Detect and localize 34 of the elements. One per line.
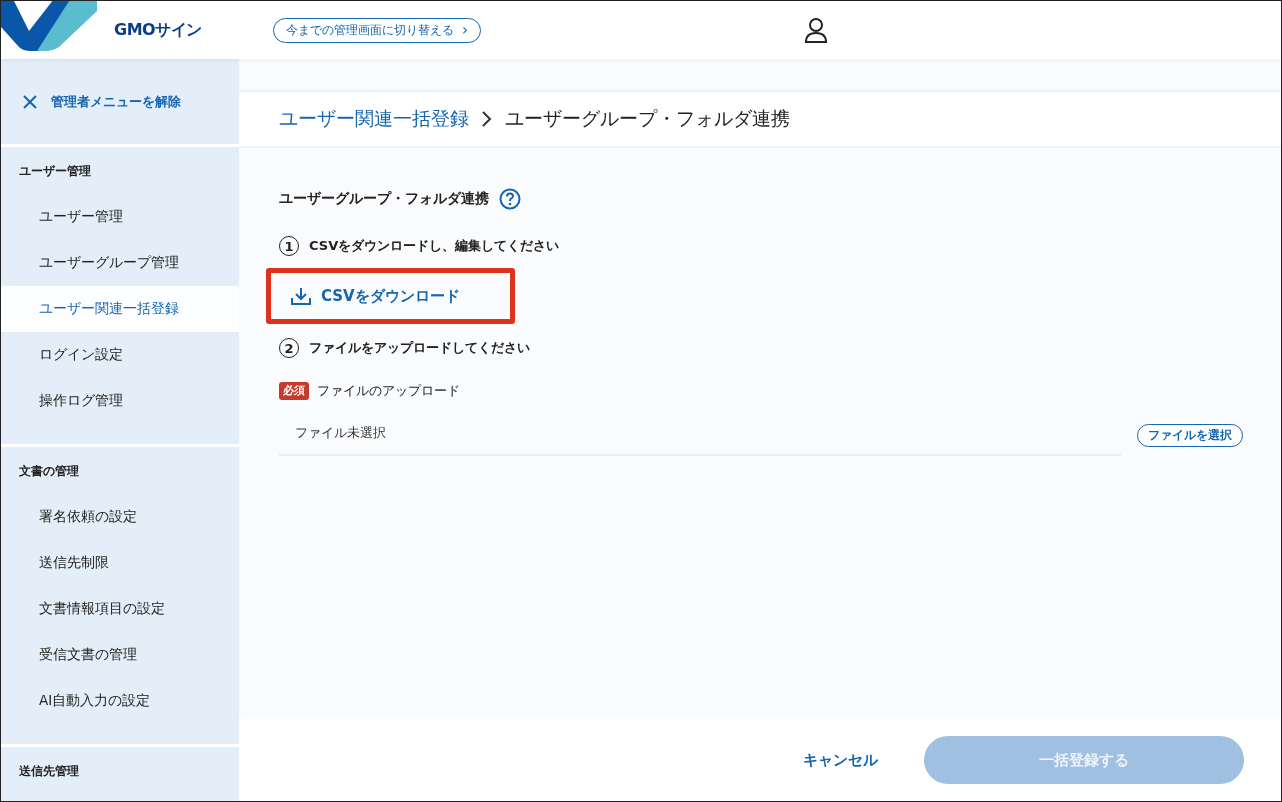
step-instruction: ファイルをアップロードしてください [309,339,530,357]
sidebar-item[interactable]: 操作ログ管理 [1,378,239,424]
sidebar-item[interactable]: ログイン設定 [1,332,239,378]
sidebar-item[interactable]: AI自動入力の設定 [1,678,239,724]
sidebar-item[interactable]: ユーザー管理 [1,194,239,240]
switch-view-button[interactable]: 今までの管理画面に切り替える › [273,17,481,43]
breadcrumb-link[interactable]: ユーザー関連一括登録 [279,106,469,132]
cancel-button[interactable]: キャンセル [797,749,884,771]
section-title: ユーザーグループ・フォルダ連携 [279,190,489,208]
chevron-right-icon [481,110,493,128]
choose-file-button[interactable]: ファイルを選択 [1137,423,1243,447]
exit-admin-menu-button[interactable]: 管理者メニューを解除 [23,92,181,111]
sidebar-item[interactable]: ユーザーグループ管理 [1,240,239,286]
download-icon [291,287,311,305]
help-icon[interactable] [499,188,521,210]
breadcrumb-current: ユーザーグループ・フォルダ連携 [505,106,790,131]
field-label: ファイルのアップロード [317,382,460,400]
sidebar-item[interactable]: 受信文書の管理 [1,632,239,678]
sidebar-item[interactable]: 文書情報項目の設定 [1,586,239,632]
sidebar-item[interactable]: 送信先制限 [1,540,239,586]
chevron-icon: › [462,22,468,38]
sidebar-item[interactable]: ユーザー関連一括登録 [1,286,239,332]
step-instruction: CSVをダウンロードし、編集してください [309,237,560,255]
user-icon[interactable] [804,17,828,43]
check-logo-icon [1,1,97,51]
download-csv-link[interactable]: CSVをダウンロード [291,286,460,306]
sidebar-item[interactable]: 署名依頼の設定 [1,494,239,540]
file-name-field: ファイル未選択 [279,414,1121,456]
logo-text: GMOサイン [114,19,202,41]
sidebar-group-title: 文書の管理 [18,463,80,480]
close-icon [23,94,37,109]
required-badge: 必須 [279,382,309,400]
sidebar-group-title: ユーザー管理 [18,163,92,180]
sidebar-group-title: 送信先管理 [18,763,80,780]
